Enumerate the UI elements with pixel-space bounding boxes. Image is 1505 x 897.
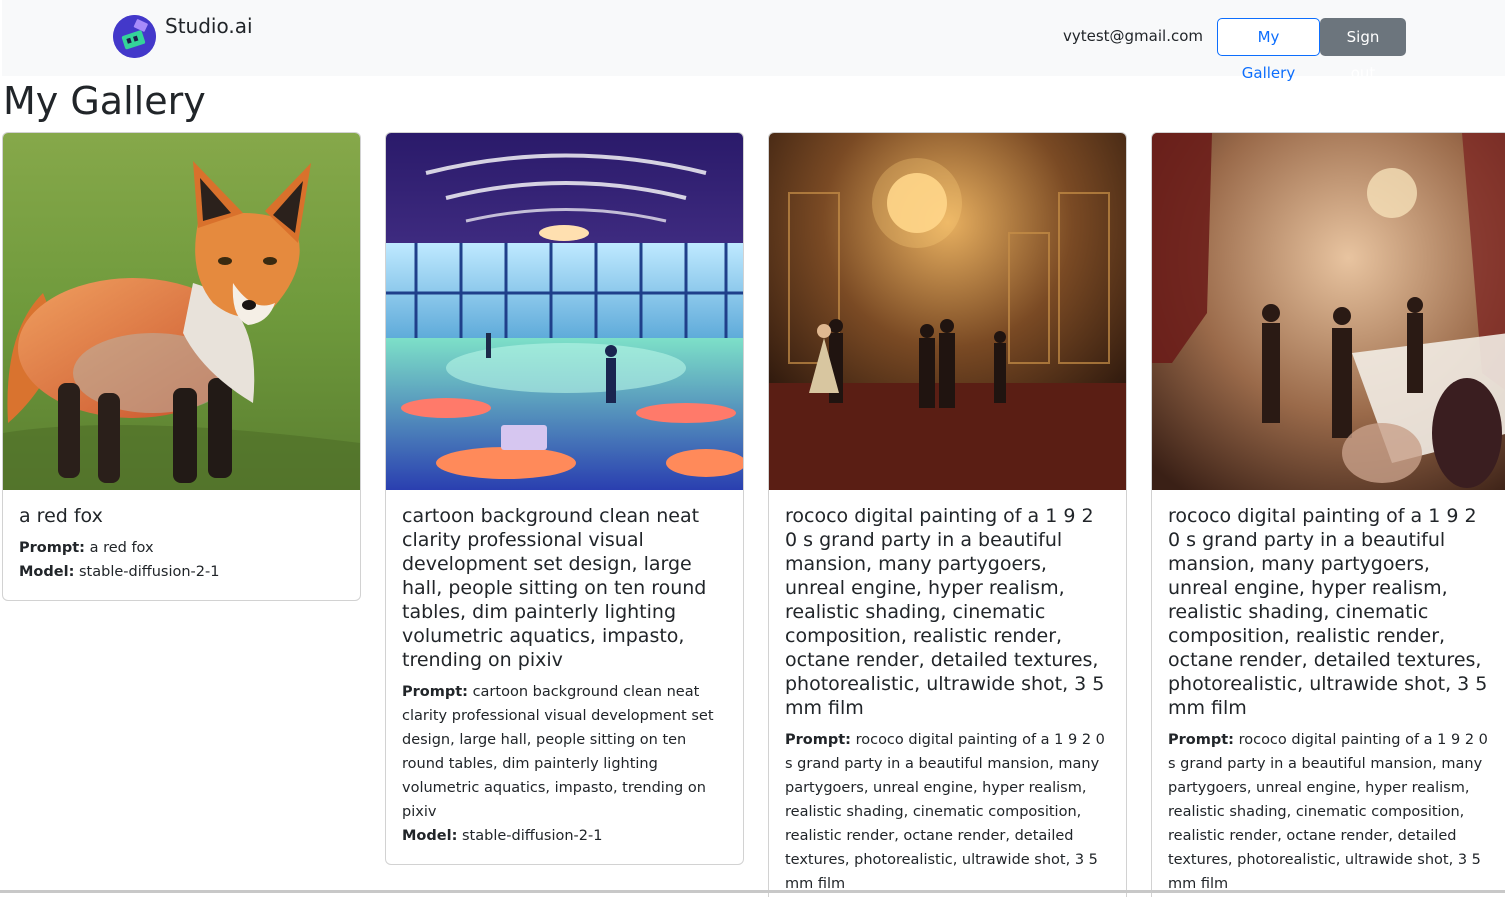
prompt-text: rococo digital painting of a 1 9 2 0 s g… xyxy=(1168,732,1488,892)
navbar: Studio.ai vytest@gmail.com My Gallery Si… xyxy=(2,0,1505,82)
prompt-label: Prompt: xyxy=(1168,732,1234,748)
gallery-card-fox: a red fox Prompt: a red fox Model: stabl… xyxy=(2,132,361,601)
card-prompt: Prompt: rococo digital painting of a 1 9… xyxy=(785,728,1110,896)
card-prompt: Prompt: a red fox xyxy=(19,536,344,560)
prompt-label: Prompt: xyxy=(785,732,851,748)
rococo-party-image[interactable] xyxy=(1152,133,1505,490)
card-prompt: Prompt: cartoon background clean neat cl… xyxy=(402,680,727,824)
model-text: stable-diffusion-2-1 xyxy=(461,828,603,844)
fox-image[interactable] xyxy=(3,133,360,490)
prompt-text: rococo digital painting of a 1 9 2 0 s g… xyxy=(785,732,1105,892)
model-label: Model: xyxy=(402,828,458,844)
studio-logo-icon[interactable] xyxy=(113,15,156,58)
cartoon-hall-image[interactable] xyxy=(386,133,743,490)
page-title: My Gallery xyxy=(3,79,206,123)
sign-out-button[interactable]: Sign out xyxy=(1320,18,1406,82)
prompt-text: a red fox xyxy=(89,540,154,556)
user-email: vytest@gmail.com xyxy=(1062,27,1203,45)
gallery-card-rococo-party-1: rococo digital painting of a 1 9 2 0 s g… xyxy=(768,132,1127,897)
rococo-party-image[interactable] xyxy=(769,133,1126,490)
card-title: a red fox xyxy=(19,505,103,527)
horizontal-scrollbar[interactable] xyxy=(0,890,1505,893)
prompt-text: cartoon background clean neat clarity pr… xyxy=(402,684,714,820)
gallery-card-rococo-party-2: rococo digital painting of a 1 9 2 0 s g… xyxy=(1151,132,1505,897)
prompt-label: Prompt: xyxy=(402,684,468,700)
model-label: Model: xyxy=(19,564,75,580)
card-title: cartoon background clean neat clarity pr… xyxy=(402,505,707,671)
gallery-card-cartoon-hall: cartoon background clean neat clarity pr… xyxy=(385,132,744,865)
card-prompt: Prompt: rococo digital painting of a 1 9… xyxy=(1168,728,1493,896)
card-model: Model: stable-diffusion-2-1 xyxy=(19,560,344,584)
my-gallery-button[interactable]: My Gallery xyxy=(1217,18,1320,82)
card-title: rococo digital painting of a 1 9 2 0 s g… xyxy=(1168,505,1488,719)
model-text: stable-diffusion-2-1 xyxy=(78,564,220,580)
card-title: rococo digital painting of a 1 9 2 0 s g… xyxy=(785,505,1105,719)
brand-name[interactable]: Studio.ai xyxy=(165,14,253,38)
prompt-label: Prompt: xyxy=(19,540,85,556)
card-model: Model: stable-diffusion-2-1 xyxy=(402,824,727,848)
